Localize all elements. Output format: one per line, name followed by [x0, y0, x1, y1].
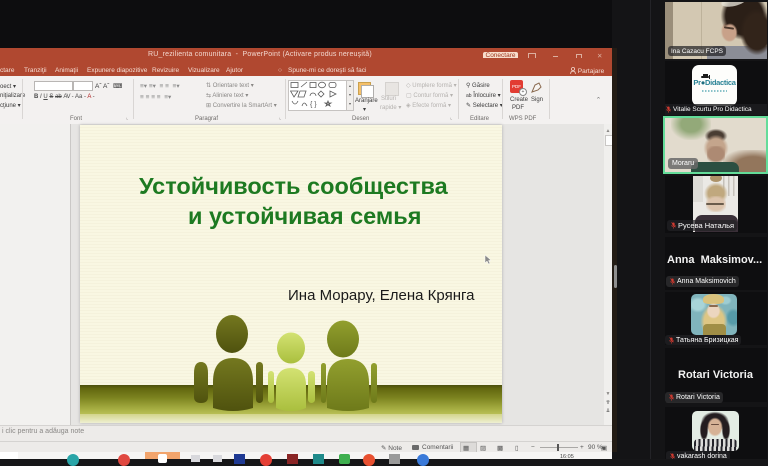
svg-text:{ }: { }	[310, 102, 317, 109]
